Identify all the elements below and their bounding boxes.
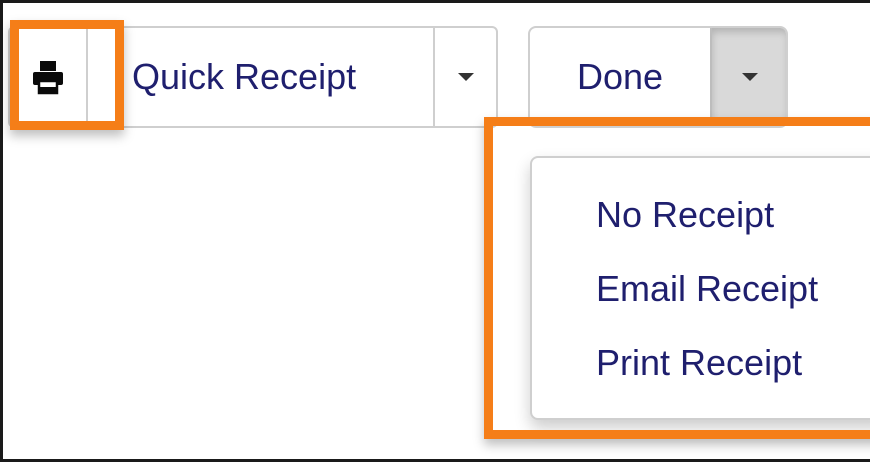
print-button[interactable] [10, 28, 88, 126]
quick-receipt-button[interactable]: Quick Receipt [88, 28, 433, 126]
menu-item-no-receipt[interactable]: No Receipt [596, 194, 774, 236]
quick-receipt-dropdown-toggle[interactable] [433, 28, 496, 126]
done-dropdown-toggle[interactable] [710, 28, 786, 126]
caret-down-icon [457, 73, 474, 81]
menu-item-print-receipt[interactable]: Print Receipt [596, 342, 802, 384]
menu-item-email-receipt[interactable]: Email Receipt [596, 268, 818, 310]
print-button-group: Quick Receipt [8, 26, 498, 128]
done-button-group: Done [528, 26, 788, 128]
done-button[interactable]: Done [530, 28, 710, 126]
done-label: Done [576, 56, 664, 97]
receipt-dropdown-menu: No Receipt Email Receipt Print Receipt [530, 156, 870, 420]
printer-icon [33, 61, 63, 95]
caret-down-icon [742, 73, 758, 81]
quick-receipt-label: Quick Receipt [132, 56, 357, 97]
